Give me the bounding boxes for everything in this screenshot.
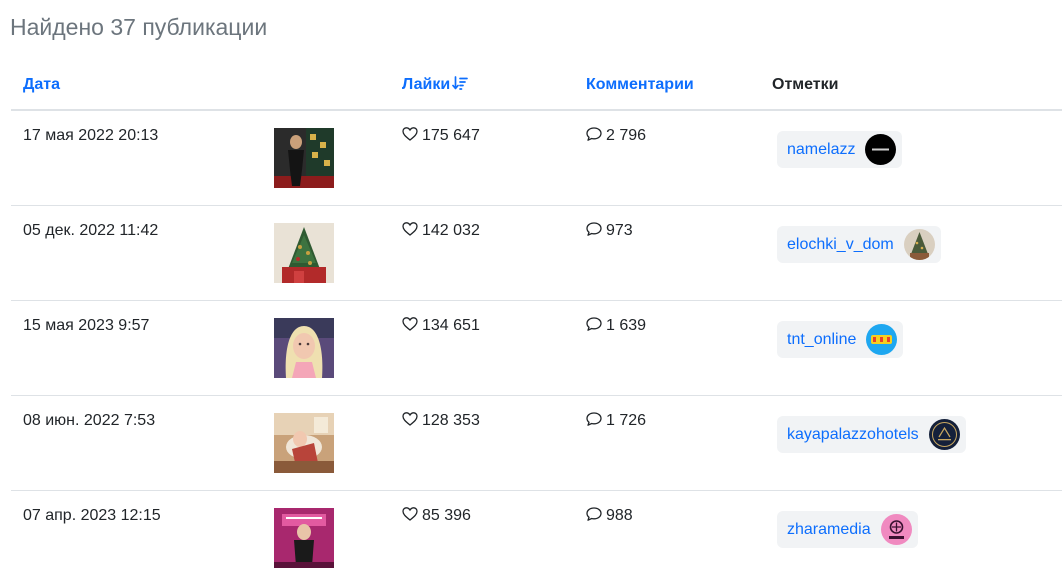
comment-icon (586, 222, 602, 236)
comments-count: 973 (586, 221, 633, 241)
likes-count: 175 647 (402, 126, 480, 146)
post-thumbnail[interactable] (274, 413, 334, 473)
heart-icon (402, 507, 418, 521)
post-date: 17 мая 2022 20:13 (23, 127, 159, 144)
red-carpet-photo-icon (274, 128, 334, 188)
tags-header: Отметки (772, 76, 839, 93)
namelazz-logo-icon (865, 134, 897, 165)
publications-table: Дата Лайки Комментарии Отметки 17 мая 20… (11, 62, 1062, 585)
kaya-palazzo-logo-icon (928, 419, 960, 450)
heart-icon (402, 127, 418, 141)
christmas-tree-logo-icon (903, 229, 935, 260)
blonde-woman-photo-icon (274, 318, 334, 378)
post-date: 15 мая 2023 9:57 (23, 317, 150, 334)
comments-count: 2 796 (586, 126, 646, 146)
post-thumbnail[interactable] (274, 223, 334, 283)
comment-icon (586, 412, 602, 426)
tag-username: elochki_v_dom (787, 235, 894, 253)
christmas-tree-photo-icon (274, 223, 334, 283)
comment-icon (586, 127, 602, 141)
tag-chip[interactable]: tnt_online (777, 321, 904, 358)
table-row: 17 мая 2022 20:13 175 647 2 796 namelazz (11, 111, 1062, 206)
tag-username: zharamedia (787, 520, 871, 538)
likes-count: 128 353 (402, 411, 480, 431)
heart-icon (402, 222, 418, 236)
tag-chip[interactable]: zharamedia (777, 511, 918, 548)
likes-count: 142 032 (402, 221, 480, 241)
zhara-media-logo-icon (880, 514, 912, 545)
sort-by-date-header[interactable]: Дата (23, 75, 60, 95)
tag-username: kayapalazzohotels (787, 425, 919, 443)
table-row: 07 апр. 2023 12:15 85 396 988 zharamedia (11, 491, 1062, 585)
likes-count: 134 651 (402, 316, 480, 336)
post-thumbnail[interactable] (274, 128, 334, 188)
tag-username: tnt_online (787, 330, 857, 348)
comments-count: 988 (586, 506, 633, 526)
hotel-room-photo-icon (274, 413, 334, 473)
table-header: Дата Лайки Комментарии Отметки (11, 62, 1062, 111)
post-thumbnail[interactable] (274, 318, 334, 378)
post-date: 08 июн. 2022 7:53 (23, 412, 156, 429)
sort-by-likes-header[interactable]: Лайки (402, 75, 469, 97)
sort-by-comments-header[interactable]: Комментарии (586, 75, 694, 95)
likes-header-label: Лайки (402, 76, 451, 93)
tag-chip[interactable]: namelazz (777, 131, 903, 168)
table-row: 05 дек. 2022 11:42 142 032 973 elochki_v… (11, 206, 1062, 301)
tnt-logo-icon (866, 324, 898, 355)
comment-icon (586, 507, 602, 521)
results-heading: Найдено 37 публикации (10, 14, 268, 40)
comment-icon (586, 317, 602, 331)
likes-count: 85 396 (402, 506, 471, 526)
heart-icon (402, 317, 418, 331)
post-date: 07 апр. 2023 12:15 (23, 507, 161, 524)
heart-icon (402, 412, 418, 426)
tag-username: namelazz (787, 140, 856, 158)
table-row: 15 мая 2023 9:57 134 651 1 639 tnt_onlin… (11, 301, 1062, 396)
sort-descending-icon (452, 75, 469, 97)
music-awards-photo-icon (274, 508, 334, 568)
tag-chip[interactable]: kayapalazzohotels (777, 416, 966, 453)
post-thumbnail[interactable] (274, 508, 334, 568)
comments-count: 1 639 (586, 316, 646, 336)
table-row: 08 июн. 2022 7:53 128 353 1 726 kayapala… (11, 396, 1062, 491)
post-date: 05 дек. 2022 11:42 (23, 222, 159, 239)
tag-chip[interactable]: elochki_v_dom (777, 226, 941, 263)
comments-count: 1 726 (586, 411, 646, 431)
